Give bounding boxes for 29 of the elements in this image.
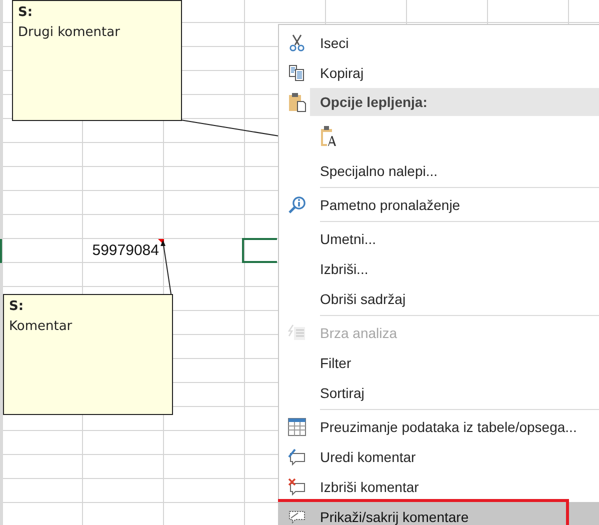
menu-item[interactable]: Kopiraj bbox=[279, 58, 599, 88]
comment-author: S: bbox=[18, 4, 34, 22]
menu-item[interactable]: Specijalno nalepi... bbox=[279, 156, 599, 186]
menu-item[interactable]: Pametno pronalaženje bbox=[279, 190, 599, 220]
comment-delete-icon bbox=[288, 478, 304, 496]
menu-item[interactable]: Uredi komentar bbox=[279, 442, 599, 472]
scissors-icon bbox=[289, 34, 304, 52]
info-search-icon bbox=[288, 196, 305, 214]
menu-item[interactable]: Izbriši... bbox=[279, 254, 599, 284]
menu-item[interactable]: Prikaži/sakrij komentare bbox=[279, 502, 599, 525]
menu-item[interactable]: Obriši sadržaj bbox=[279, 284, 599, 314]
copy-icon bbox=[288, 65, 304, 81]
comment-text: Komentar bbox=[9, 318, 74, 336]
menu-item[interactable]: Preuzimanje podataka iz tabele/opsega... bbox=[279, 412, 599, 442]
menu-item[interactable]: Filter bbox=[279, 348, 599, 378]
clipboard-icon bbox=[288, 93, 306, 112]
menu-item[interactable]: Sortiraj bbox=[279, 378, 599, 408]
menu-item[interactable]: Umetni... bbox=[279, 224, 599, 254]
paste-text-icon bbox=[321, 126, 336, 146]
comment-dashed-icon bbox=[288, 511, 304, 524]
comment-author: S: bbox=[9, 298, 25, 316]
paste-option-button[interactable] bbox=[320, 125, 338, 147]
table-icon bbox=[288, 418, 306, 436]
section-title: Opcije lepljenja: bbox=[310, 88, 599, 116]
comment-pencil-icon bbox=[288, 448, 304, 466]
quick-analysis-icon bbox=[288, 324, 304, 340]
comment-text: Drugi komentar bbox=[18, 24, 121, 42]
menu-item[interactable]: Izbriši komentar bbox=[279, 472, 599, 502]
menu-item[interactable]: Iseci bbox=[279, 28, 599, 58]
